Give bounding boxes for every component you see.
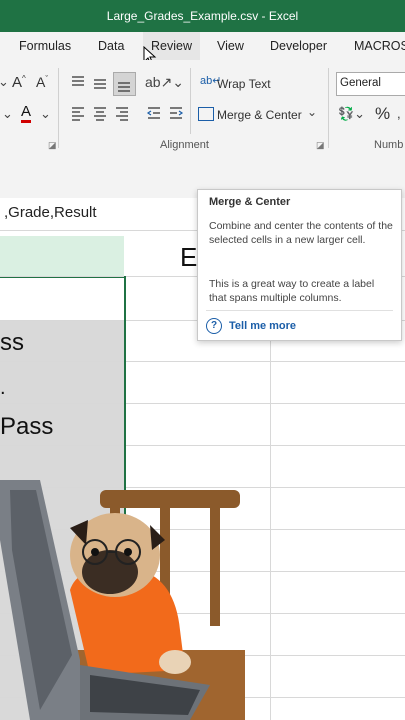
- font-dialog-launcher-icon[interactable]: ◪: [48, 140, 57, 151]
- row-line: [0, 361, 405, 362]
- comma-style-button[interactable]: ,: [397, 106, 401, 121]
- tooltip-title: Merge & Center: [209, 196, 291, 208]
- orientation-icon[interactable]: ab↗⌄: [145, 74, 184, 91]
- font-color-dropdown-icon[interactable]: ⌄: [40, 106, 51, 122]
- tooltip-description-2: This is a great way to create a label th…: [209, 278, 375, 304]
- number-format-select[interactable]: General: [336, 72, 405, 96]
- merge-center-button[interactable]: Merge & Center: [217, 108, 302, 122]
- bottom-align-button[interactable]: [113, 72, 136, 96]
- horizontal-align-buttons: [72, 107, 128, 121]
- dropdown-arrow-icon[interactable]: ⌄: [0, 74, 9, 90]
- alignment-dialog-launcher-icon[interactable]: ◪: [316, 140, 325, 151]
- font-color-button[interactable]: A: [21, 104, 32, 123]
- percent-style-button[interactable]: %: [375, 104, 390, 124]
- tab-macros[interactable]: MACROS: [354, 32, 405, 60]
- tell-me-more-link[interactable]: Tell me more: [229, 320, 296, 332]
- merge-center-tooltip: Merge & Center Combine and center the co…: [197, 189, 402, 341]
- row-line: [0, 403, 405, 404]
- tab-formulas[interactable]: Formulas: [19, 32, 71, 60]
- border-dropdown-icon[interactable]: ⌄: [2, 106, 13, 122]
- ribbon-tabs: Formulas Data Review View Developer MACR…: [0, 32, 405, 66]
- ribbon: ⌄ A^ Aˇ ⌄ A ⌄ ab↗⌄ ab↵ Wrap Text Merge &…: [0, 60, 405, 157]
- decrease-font-label: A: [36, 74, 46, 90]
- number-group-label: Numb: [374, 139, 404, 151]
- tooltip-divider: [206, 310, 393, 311]
- cell-result-1[interactable]: ss: [0, 329, 24, 357]
- group-separator: [328, 68, 329, 148]
- pug-at-laptop-sticker: [0, 480, 245, 720]
- cell-result-3[interactable]: Pass: [0, 413, 53, 441]
- wrap-text-button[interactable]: Wrap Text: [217, 77, 271, 91]
- merge-center-icon: [198, 107, 214, 121]
- number-format-value: General: [340, 77, 381, 89]
- selected-column-header[interactable]: [0, 236, 124, 278]
- help-icon[interactable]: ?: [206, 318, 222, 334]
- column-header-letter: E: [180, 242, 198, 272]
- indent-buttons[interactable]: [146, 106, 186, 122]
- window-title: Large_Grades_Example.csv - Excel: [106, 9, 299, 23]
- title-bar: Large_Grades_Example.csv - Excel: [0, 0, 405, 32]
- row-line: [0, 445, 405, 446]
- group-separator: [58, 68, 59, 148]
- group-separator: [190, 68, 191, 134]
- tab-view[interactable]: View: [217, 32, 244, 60]
- formula-bar-value: ,Grade,Result: [4, 204, 97, 221]
- decrease-font-button[interactable]: Aˇ: [36, 74, 48, 90]
- increase-font-label: A: [12, 74, 23, 91]
- tab-developer[interactable]: Developer: [270, 32, 327, 60]
- tooltip-description: Combine and center the contents of the s…: [209, 220, 393, 246]
- merge-dropdown-icon[interactable]: ⌄: [307, 105, 317, 119]
- cell-result-2[interactable]: .: [0, 377, 6, 400]
- increase-font-button[interactable]: A^: [12, 74, 26, 91]
- accounting-format-icon[interactable]: 💱⌄: [338, 106, 365, 122]
- tab-data[interactable]: Data: [98, 32, 124, 60]
- alignment-group-label: Alignment: [160, 139, 209, 151]
